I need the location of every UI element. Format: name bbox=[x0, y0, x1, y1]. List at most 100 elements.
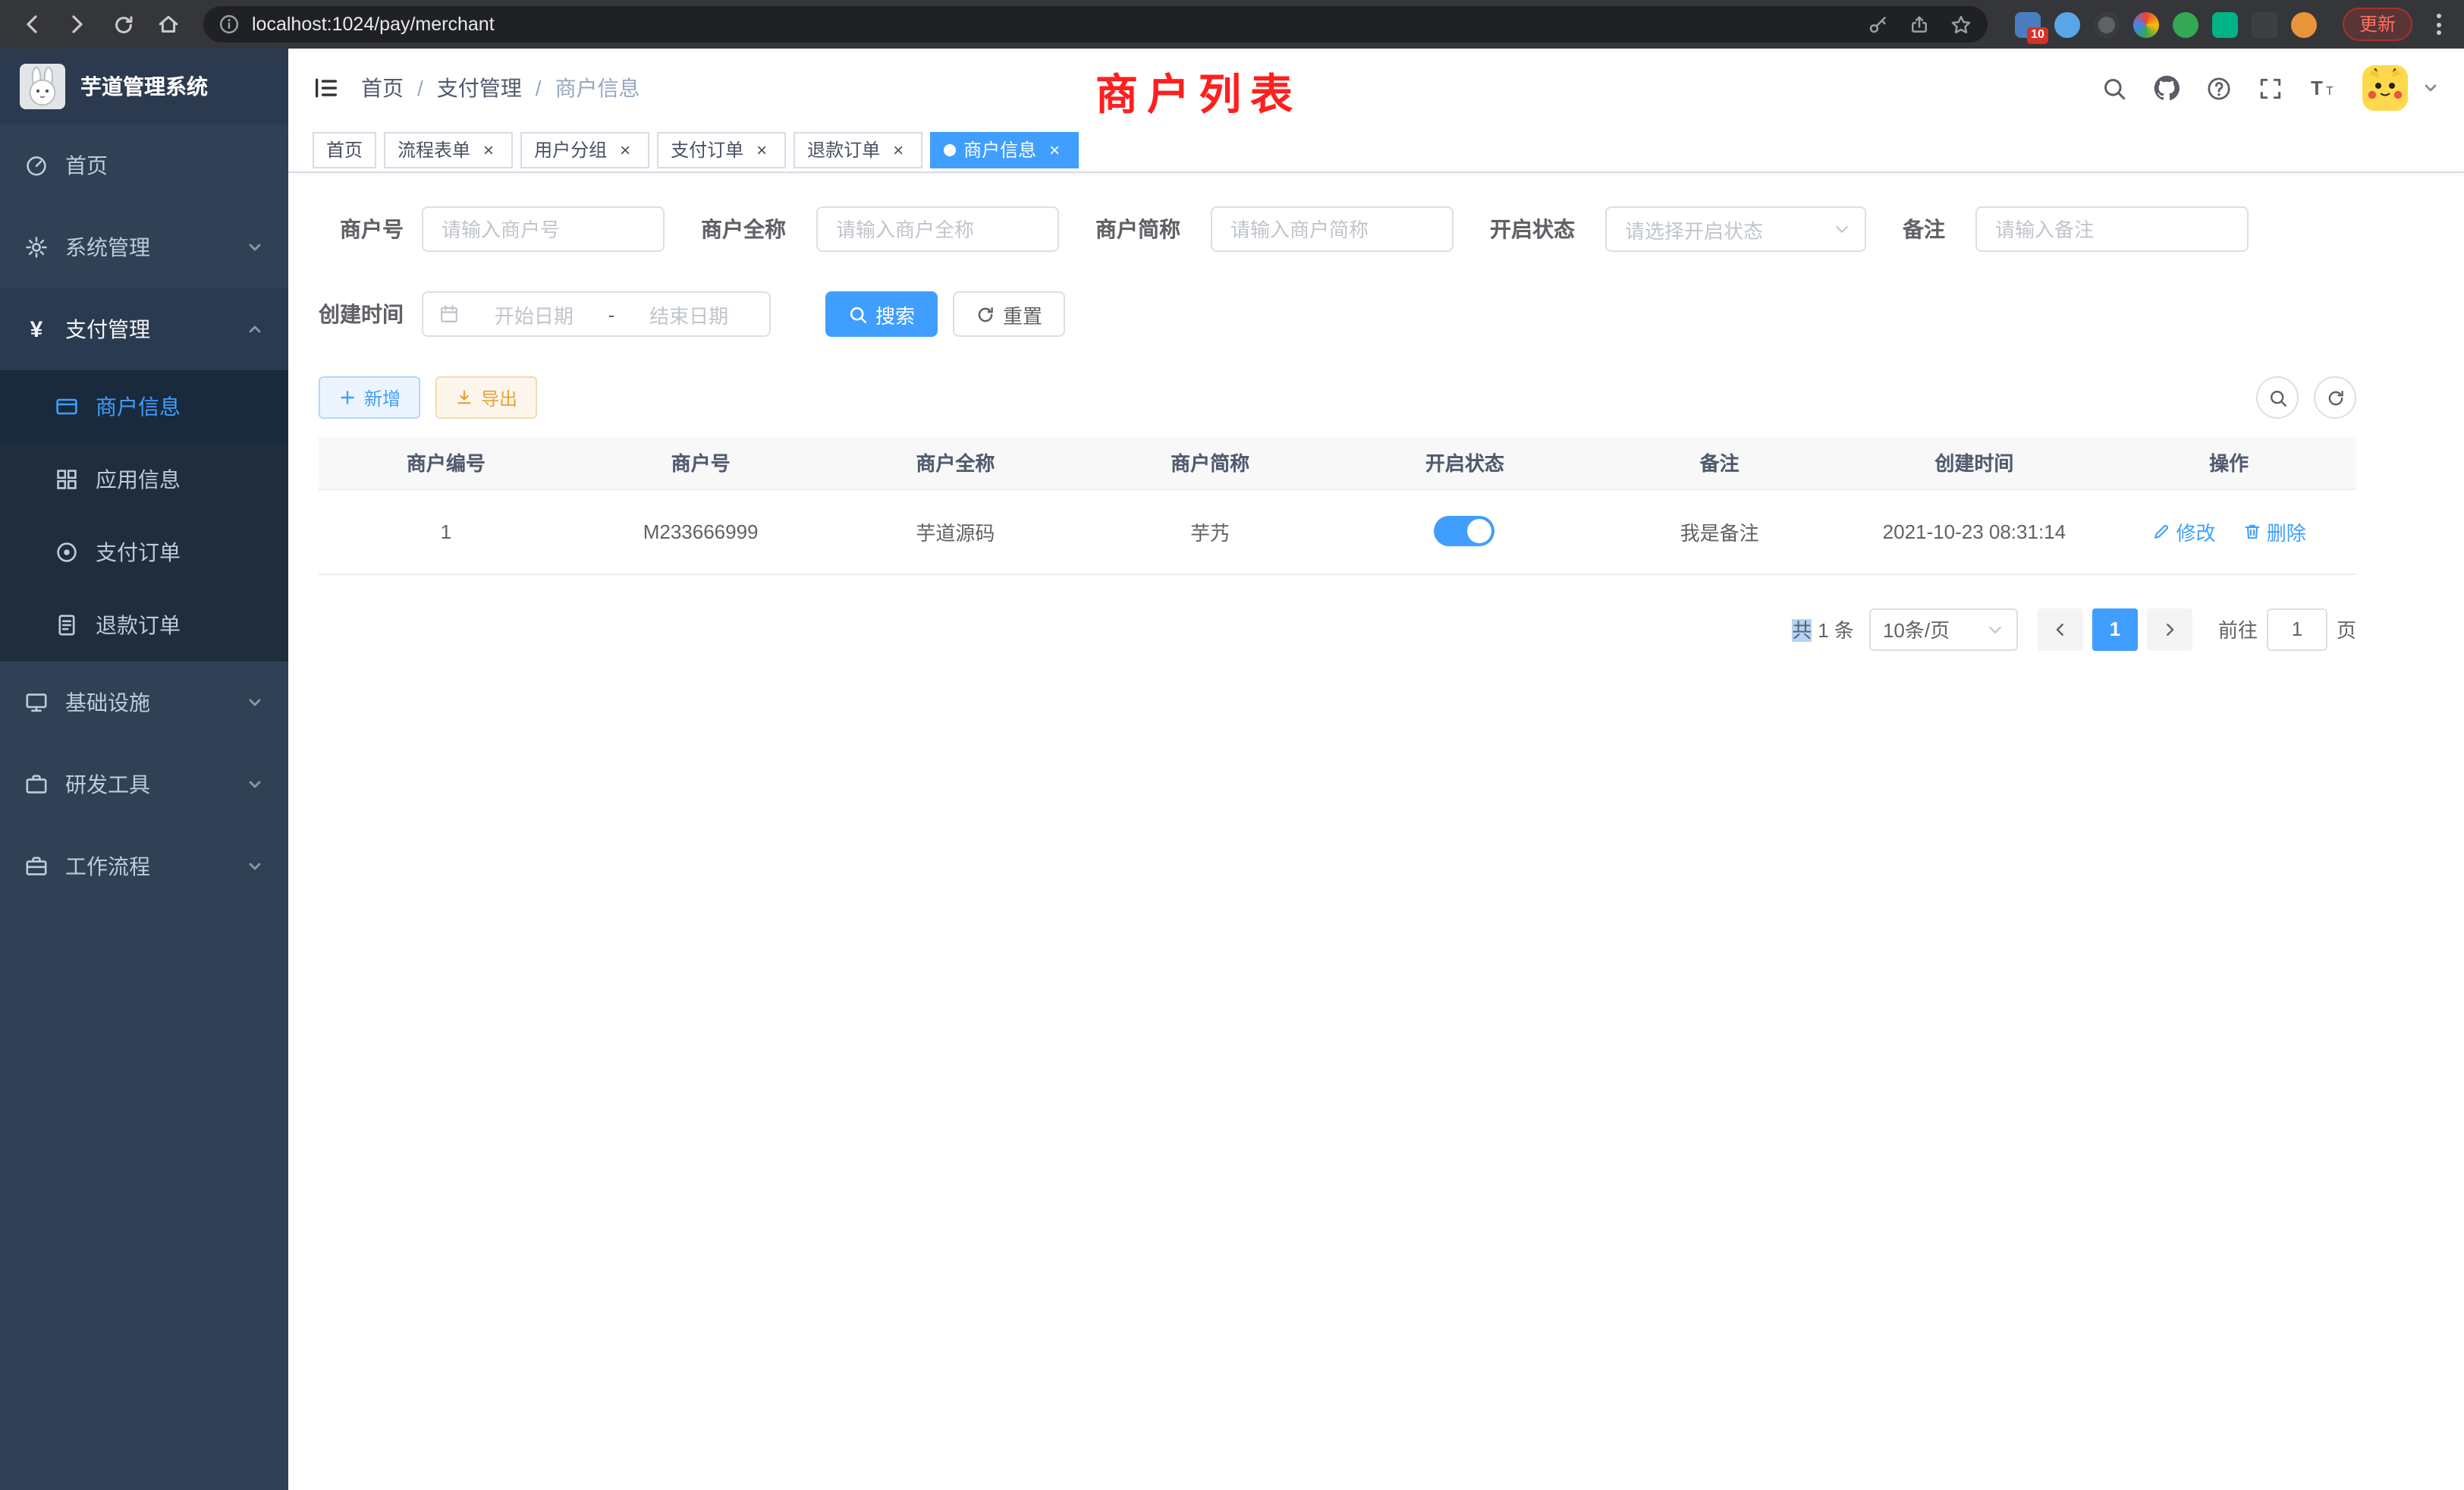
merchant-name-input[interactable] bbox=[816, 206, 1059, 252]
font-size-icon[interactable]: TT bbox=[2309, 76, 2337, 100]
refresh-table-button[interactable] bbox=[2314, 376, 2356, 419]
col-full-name: 商户全称 bbox=[828, 437, 1083, 489]
header-search-icon[interactable] bbox=[2101, 75, 2127, 101]
sidebar-item-dev-tools[interactable]: 研发工具 bbox=[0, 743, 288, 825]
chevron-down-icon bbox=[246, 857, 264, 875]
sidebar-item-merchant-info[interactable]: 商户信息 bbox=[0, 370, 288, 443]
tab-close-icon[interactable]: × bbox=[614, 139, 636, 160]
extension-icon-7[interactable] bbox=[2252, 11, 2277, 37]
export-button[interactable]: 导出 bbox=[435, 376, 537, 419]
site-info-icon[interactable] bbox=[218, 14, 240, 35]
github-icon[interactable] bbox=[2153, 74, 2180, 102]
reset-button[interactable]: 重置 bbox=[953, 291, 1065, 337]
yen-icon: ¥ bbox=[24, 317, 49, 341]
next-page-button[interactable] bbox=[2147, 608, 2192, 650]
delete-button[interactable]: 删除 bbox=[2242, 517, 2306, 545]
extension-icon-5[interactable] bbox=[2173, 11, 2198, 37]
app-logo[interactable]: 芋道管理系统 bbox=[0, 49, 288, 124]
menu-label: 应用信息 bbox=[96, 464, 181, 495]
sidebar-item-system[interactable]: 系统管理 bbox=[0, 206, 288, 288]
table-header-row: 商户编号 商户号 商户全称 商户简称 开启状态 备注 创建时间 操作 bbox=[319, 437, 2356, 489]
page-size-select[interactable]: 10条/页 bbox=[1869, 608, 2018, 650]
remark-label: 备注 bbox=[1903, 214, 1945, 244]
pencil-icon bbox=[2151, 521, 2171, 541]
merchant-no-input[interactable] bbox=[422, 206, 665, 252]
tab-close-icon[interactable]: × bbox=[751, 139, 772, 160]
help-icon[interactable] bbox=[2206, 75, 2232, 101]
tab-close-icon[interactable]: × bbox=[478, 139, 499, 160]
toggle-search-button[interactable] bbox=[2256, 376, 2299, 419]
remark-input[interactable] bbox=[1975, 206, 2249, 252]
extension-icon-6[interactable] bbox=[2212, 11, 2238, 37]
status-select[interactable]: 请选择开启状态 bbox=[1605, 206, 1866, 252]
fullscreen-icon[interactable] bbox=[2258, 75, 2283, 101]
share-icon[interactable] bbox=[1909, 14, 1930, 35]
sidebar-item-workflow[interactable]: 工作流程 bbox=[0, 825, 288, 907]
tab-merchant-info[interactable]: 商户信息 × bbox=[930, 131, 1079, 168]
browser-update-button[interactable]: 更新 bbox=[2343, 8, 2412, 41]
extension-icon-3[interactable] bbox=[2094, 11, 2120, 37]
grid-icon bbox=[55, 467, 79, 492]
tab-refund-order[interactable]: 退款订单 × bbox=[794, 131, 922, 168]
add-button[interactable]: 新增 bbox=[319, 376, 420, 419]
menu-label: 研发工具 bbox=[65, 769, 150, 800]
tab-home[interactable]: 首页 bbox=[313, 131, 376, 168]
card-icon bbox=[55, 395, 79, 419]
menu-label: 系统管理 bbox=[65, 232, 150, 262]
merchant-name-label: 商户全称 bbox=[701, 214, 786, 244]
prev-page-button[interactable] bbox=[2038, 608, 2083, 650]
extension-icon-8[interactable] bbox=[2291, 11, 2317, 37]
svg-text:T: T bbox=[2326, 85, 2334, 98]
create-time-range-picker[interactable]: 开始日期 - 结束日期 bbox=[422, 291, 771, 337]
sidebar-item-home[interactable]: 首页 bbox=[0, 124, 288, 206]
browser-home-icon[interactable] bbox=[149, 5, 188, 44]
tab-close-icon[interactable]: × bbox=[1044, 139, 1065, 160]
browser-toolbar: localhost:1024/pay/merchant 10 bbox=[0, 0, 2464, 49]
browser-forward-icon[interactable] bbox=[58, 5, 97, 44]
breadcrumb-current: 商户信息 bbox=[555, 73, 640, 103]
sidebar-item-pay-order[interactable]: 支付订单 bbox=[0, 516, 288, 589]
edit-button[interactable]: 修改 bbox=[2151, 517, 2215, 545]
status-toggle[interactable] bbox=[1435, 516, 1495, 546]
browser-back-icon[interactable] bbox=[12, 5, 52, 44]
bookmark-star-icon[interactable] bbox=[1950, 13, 1972, 36]
password-key-icon[interactable] bbox=[1868, 14, 1889, 35]
tab-user-group[interactable]: 用户分组 × bbox=[520, 131, 649, 168]
extension-icon-2[interactable] bbox=[2054, 11, 2080, 37]
browser-refresh-icon[interactable] bbox=[103, 5, 143, 44]
table-toolbar: 新增 导出 bbox=[319, 376, 2356, 419]
browser-menu-icon[interactable] bbox=[2426, 14, 2452, 35]
col-actions: 操作 bbox=[2101, 437, 2356, 489]
sidebar-item-infrastructure[interactable]: 基础设施 bbox=[0, 662, 288, 743]
red-annotation-text: 商户列表 bbox=[1095, 62, 1302, 123]
tab-process-form[interactable]: 流程表单 × bbox=[384, 131, 513, 168]
sidebar-item-refund-order[interactable]: 退款订单 bbox=[0, 589, 288, 662]
refresh-icon bbox=[976, 304, 995, 324]
tab-pay-order[interactable]: 支付订单 × bbox=[657, 131, 786, 168]
user-avatar[interactable] bbox=[2362, 65, 2408, 111]
merchant-short-label: 商户简称 bbox=[1095, 214, 1180, 244]
table-row: 1 M233666999 芋道源码 芋艿 我是备注 2021-10-23 08:… bbox=[319, 489, 2356, 574]
merchant-short-input[interactable] bbox=[1211, 206, 1454, 252]
pagination: 共1 条 10条/页 1 前往 页 bbox=[319, 608, 2356, 650]
url-bar[interactable]: localhost:1024/pay/merchant bbox=[203, 6, 1988, 42]
tab-close-icon[interactable]: × bbox=[888, 139, 909, 160]
avatar-caret-icon[interactable] bbox=[2422, 79, 2440, 97]
col-merchant-index: 商户编号 bbox=[319, 437, 574, 489]
gear-icon bbox=[24, 235, 49, 259]
extension-icon-4[interactable] bbox=[2133, 11, 2159, 37]
breadcrumb-payment[interactable]: 支付管理 bbox=[437, 73, 522, 103]
tab-label: 流程表单 bbox=[398, 137, 470, 162]
sidebar-toggle-icon[interactable] bbox=[313, 74, 340, 102]
trash-icon bbox=[2242, 521, 2262, 541]
extension-badge: 10 bbox=[2027, 27, 2048, 43]
target-icon bbox=[55, 540, 79, 564]
search-button[interactable]: 搜索 bbox=[825, 291, 938, 337]
sidebar-item-payment[interactable]: ¥ 支付管理 bbox=[0, 288, 288, 370]
page-number-button[interactable]: 1 bbox=[2092, 608, 2138, 650]
sidebar-item-app-info[interactable]: 应用信息 bbox=[0, 443, 288, 516]
goto-page-input[interactable] bbox=[2267, 608, 2327, 650]
extension-icon-1[interactable]: 10 bbox=[2015, 11, 2041, 37]
breadcrumb-home[interactable]: 首页 bbox=[361, 73, 404, 103]
top-navbar: 首页 / 支付管理 / 商户信息 商户列表 bbox=[288, 49, 2464, 127]
